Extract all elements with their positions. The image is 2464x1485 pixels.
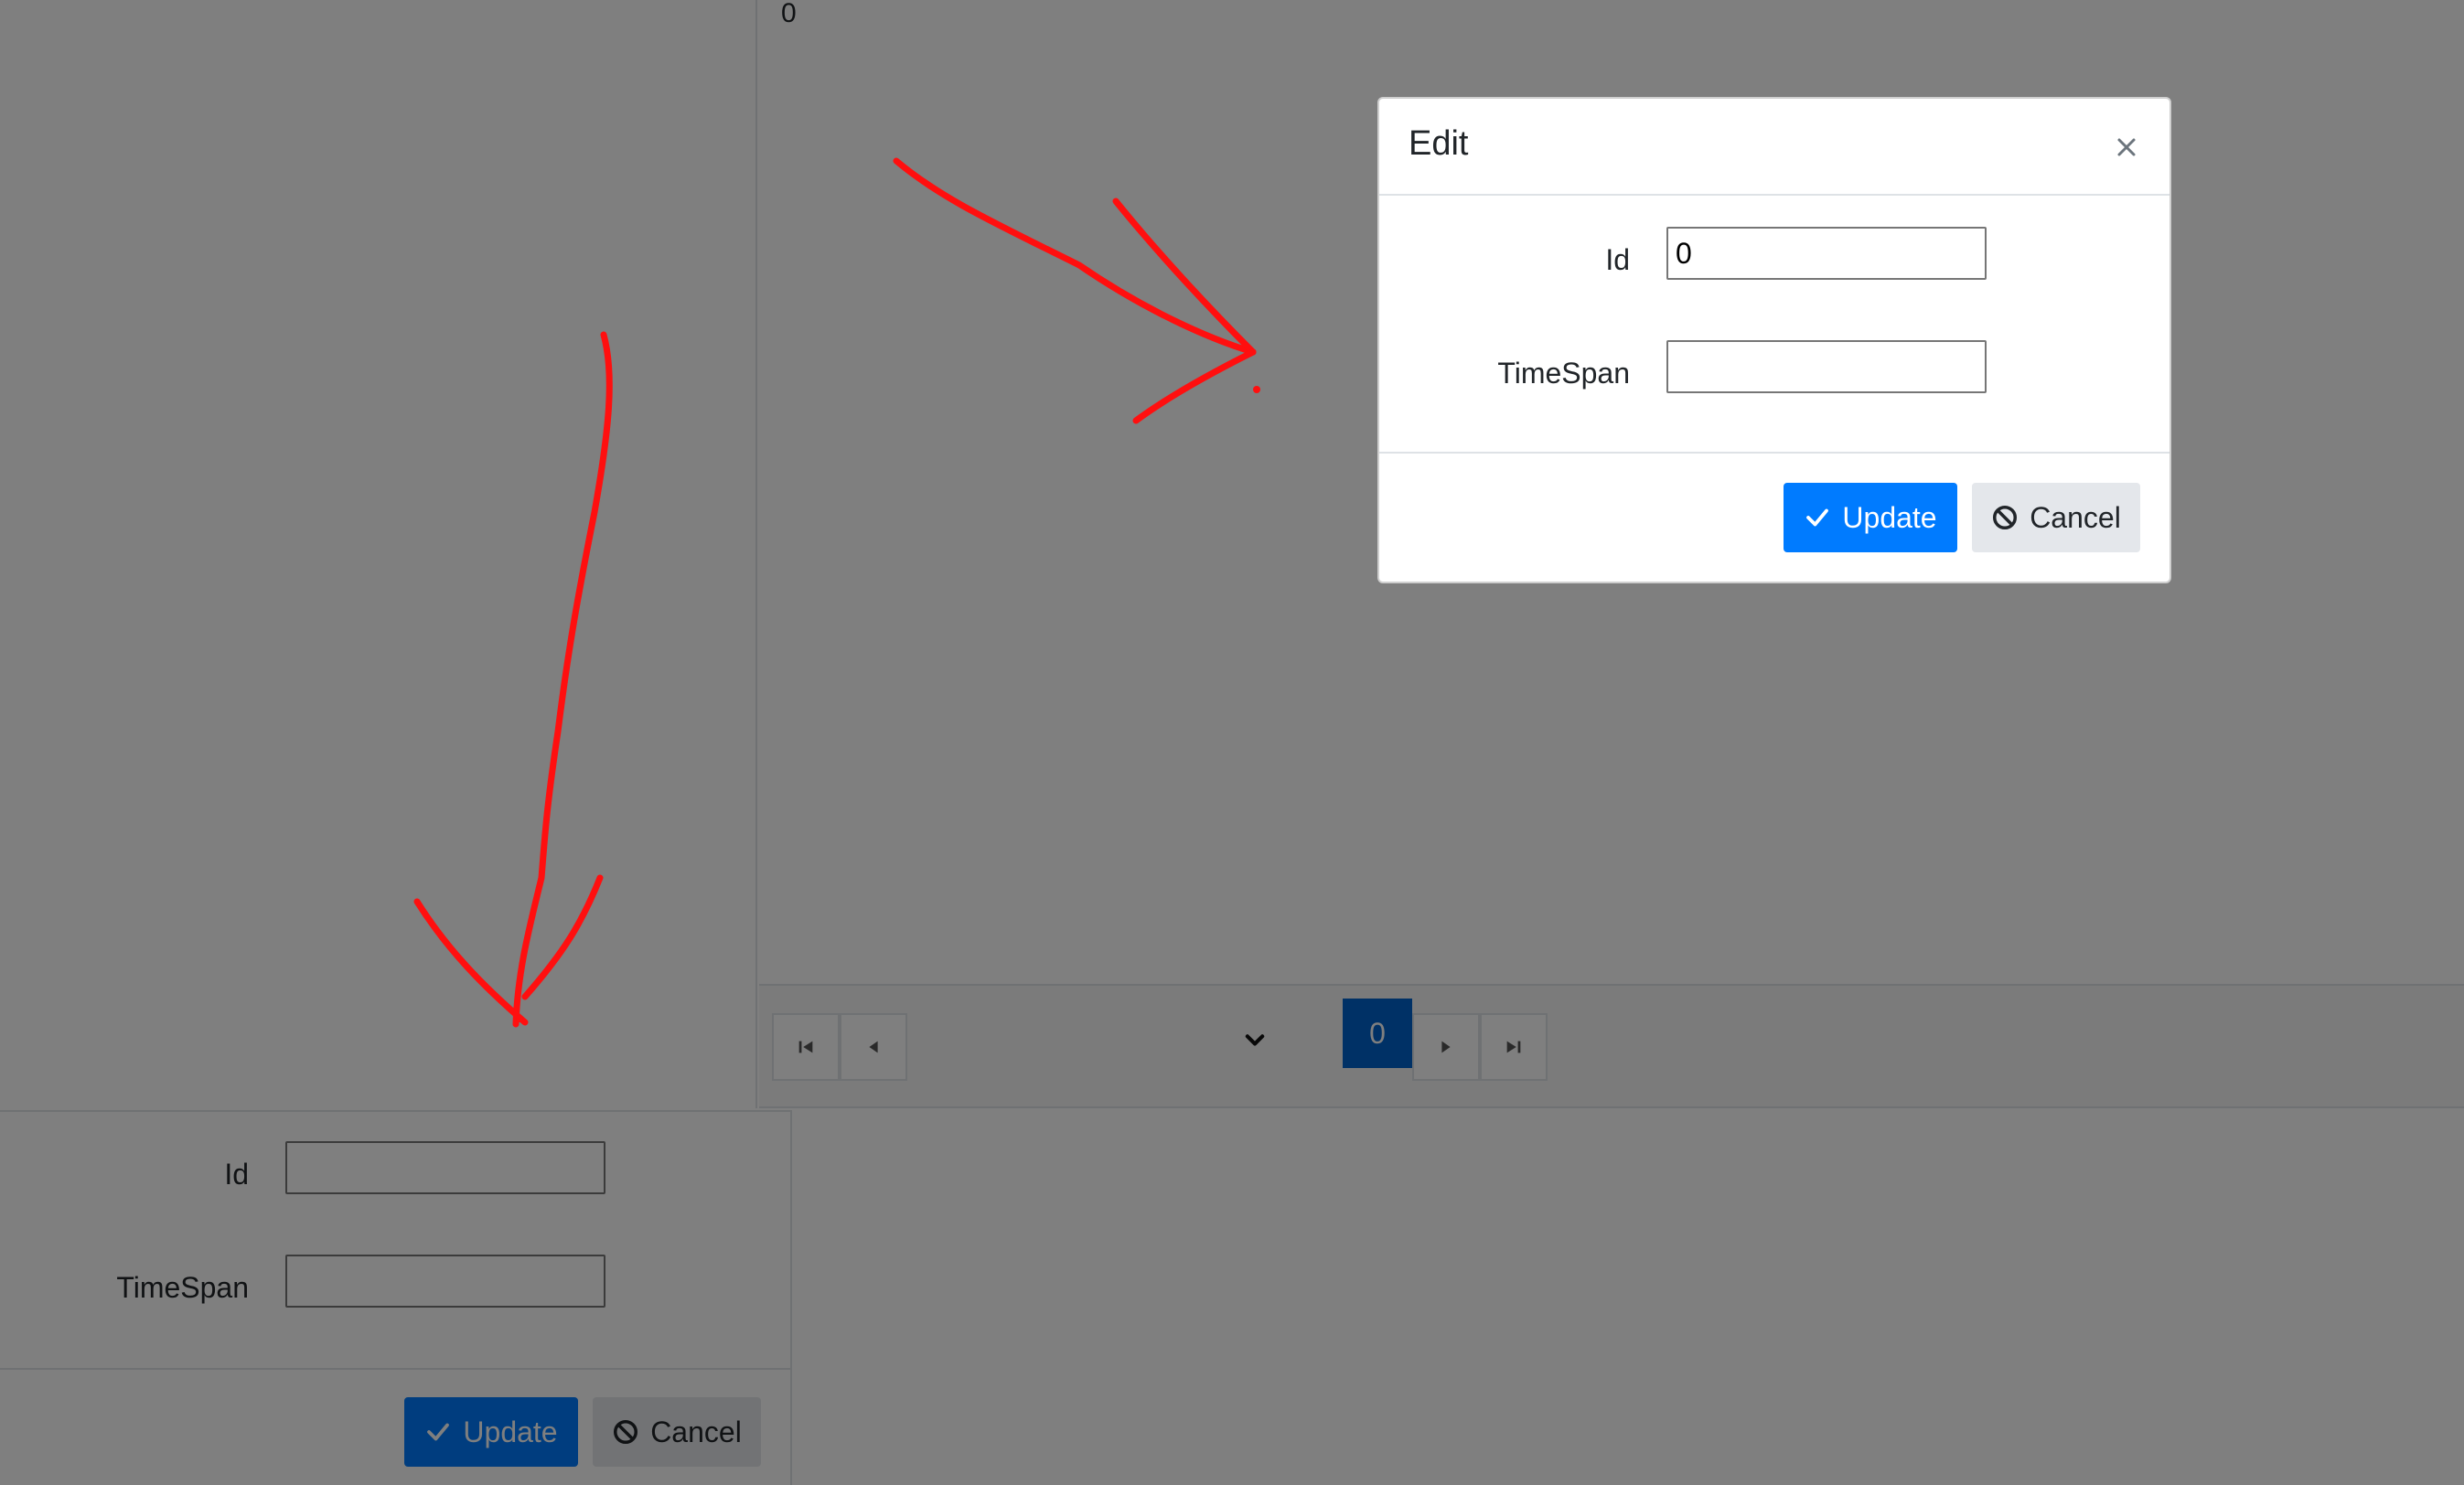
dialog-id-input[interactable] — [1666, 227, 1987, 280]
dialog-title: Edit — [1409, 124, 1469, 163]
dialog-cancel-label: Cancel — [2030, 500, 2121, 534]
app-root: 0 0 Id TimeSpan Upda — [0, 0, 2464, 1485]
dialog-footer-divider — [1379, 452, 2169, 454]
dialog-timespan-label: TimeSpan — [1497, 357, 1630, 390]
close-icon — [2117, 138, 2136, 156]
dialog-cancel-button[interactable]: Cancel — [1972, 483, 2140, 552]
dialog-update-button[interactable]: Update — [1784, 483, 1957, 552]
dialog-timespan-input[interactable] — [1666, 340, 1987, 393]
dialog-id-label: Id — [1605, 243, 1630, 276]
check-icon — [1806, 508, 1829, 527]
dialog-close-button[interactable] — [2111, 132, 2142, 163]
ban-icon — [1993, 506, 2018, 529]
edit-dialog: Edit Id TimeSpan Update Cancel — [1377, 97, 2171, 583]
dialog-header: Edit — [1379, 99, 2169, 196]
dialog-update-label: Update — [1842, 500, 1937, 534]
